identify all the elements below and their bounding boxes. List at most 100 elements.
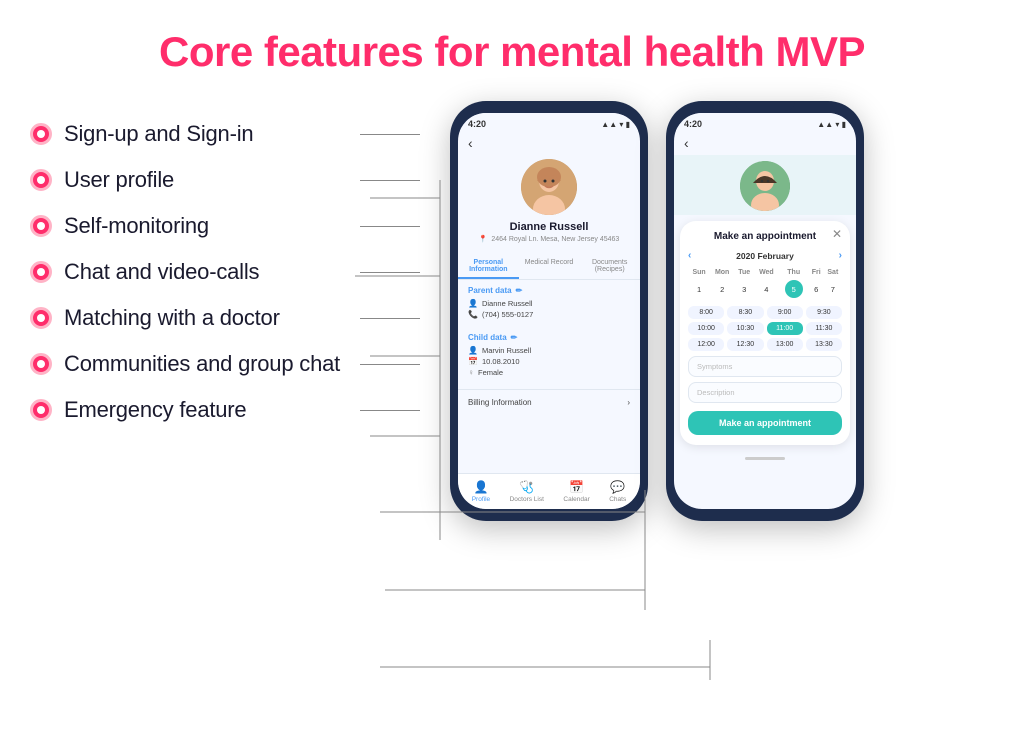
phone-screen-2: 4:20 ▲▲ ▾ ▮ ‹ (674, 113, 856, 509)
feature-dot-signup (30, 123, 52, 145)
calendar-icon-small: 📅 (468, 357, 478, 366)
feature-emergency: Emergency feature (30, 387, 420, 433)
cal-header: Sun Mon Tue Wed Thu Fri Sat (688, 267, 842, 278)
gender-icon: ♀ (468, 368, 474, 377)
billing-row[interactable]: Billing Information › (458, 389, 640, 415)
cal-day-2[interactable]: 2 (710, 278, 734, 300)
feature-dot-chat (30, 261, 52, 283)
cal-body: 1 2 3 4 5 6 7 (688, 278, 842, 300)
feature-dot-monitoring (30, 215, 52, 237)
feature-label-signup: Sign-up and Sign-in (64, 121, 253, 147)
time-1200[interactable]: 12:00 (688, 338, 724, 351)
time-1130[interactable]: 11:30 (806, 322, 842, 335)
main-layout: Sign-up and Sign-in User profile Self-mo… (0, 86, 1024, 521)
feature-label-matching: Matching with a doctor (64, 305, 280, 331)
feature-profile: User profile (30, 157, 420, 203)
tab-personal[interactable]: Personal Information (458, 255, 519, 279)
features-list: Sign-up and Sign-in User profile Self-mo… (30, 96, 420, 433)
description-input[interactable]: Description (688, 382, 842, 403)
back-button-2[interactable]: ‹ (674, 131, 856, 155)
chats-nav-icon: 💬 (610, 480, 625, 494)
feature-dot-emergency (30, 399, 52, 421)
time-900[interactable]: 9:00 (767, 306, 803, 319)
time-1330[interactable]: 13:30 (806, 338, 842, 351)
user-address: 📍 2464 Royal Ln. Mesa, New Jersey 45463 (479, 235, 620, 243)
next-month-button[interactable]: › (839, 250, 842, 261)
feature-label-monitoring: Self-monitoring (64, 213, 209, 239)
time-grid: 8:00 8:30 9:00 9:30 10:00 10:30 11:00 11… (688, 306, 842, 351)
nav-calendar[interactable]: 📅 Calendar (563, 480, 589, 503)
child-gender-row: ♀ Female (468, 368, 630, 377)
child-user-icon: 👤 (468, 346, 478, 355)
bottom-nav: 👤 Profile 🩺 Doctors List 📅 Calendar (458, 473, 640, 509)
doctor-top-area (674, 155, 856, 215)
time-830[interactable]: 8:30 (727, 306, 763, 319)
tab-documents[interactable]: Documents (Recipes) (579, 255, 640, 279)
child-data-title: Child data ✏ (468, 333, 630, 342)
cal-day-6[interactable]: 6 (809, 278, 824, 300)
symptoms-input[interactable]: Symptoms (688, 356, 842, 377)
tab-medical[interactable]: Medical Record (519, 255, 580, 279)
feature-label-profile: User profile (64, 167, 174, 193)
feature-signup: Sign-up and Sign-in (30, 111, 420, 157)
avatar-svg-1 (521, 159, 577, 215)
cal-thu: Thu (779, 267, 809, 278)
make-appointment-button[interactable]: Make an appointment (688, 411, 842, 435)
time-1030[interactable]: 10:30 (727, 322, 763, 335)
phone1-status-icons: ▲▲ ▾ ▮ (601, 120, 630, 129)
modal-close-button[interactable]: ✕ (832, 227, 842, 241)
time-1100[interactable]: 11:00 (767, 322, 803, 335)
home-indicator-2 (674, 451, 856, 465)
parent-name-row: 👤 Dianne Russell (468, 299, 630, 308)
doctor-avatar (740, 161, 790, 211)
edit-child-icon[interactable]: ✏ (511, 333, 518, 342)
phone-notch-1 (519, 101, 579, 111)
doctor-avatar-svg (740, 161, 790, 211)
user-name: Dianne Russell (510, 221, 589, 233)
prev-month-button[interactable]: ‹ (688, 250, 691, 261)
status-bar-2: 4:20 ▲▲ ▾ ▮ (674, 113, 856, 131)
cal-day-5[interactable]: 5 (779, 278, 809, 300)
calendar-grid: Sun Mon Tue Wed Thu Fri Sat (688, 267, 842, 300)
phone-profile: 4:20 ▲▲ ▾ ▮ ‹ (450, 101, 648, 521)
time-800[interactable]: 8:00 (688, 306, 724, 319)
child-data-section: Child data ✏ 👤 Marvin Russell 📅 10.08.20… (458, 327, 640, 385)
feature-matching: Matching with a doctor (30, 295, 420, 341)
home-bar-2 (745, 457, 785, 460)
time-1000[interactable]: 10:00 (688, 322, 724, 335)
phone-screen-1: 4:20 ▲▲ ▾ ▮ ‹ (458, 113, 640, 509)
cal-fri: Fri (809, 267, 824, 278)
time-1300[interactable]: 13:00 (767, 338, 803, 351)
phone1-time: 4:20 (468, 119, 486, 129)
feature-label-chat: Chat and video-calls (64, 259, 259, 285)
nav-profile[interactable]: 👤 Profile (472, 480, 490, 503)
feature-label-emergency: Emergency feature (64, 397, 246, 423)
cal-tue: Tue (734, 267, 754, 278)
modal-title: Make an appointment (688, 231, 842, 242)
cal-sun: Sun (688, 267, 710, 278)
back-button-1[interactable]: ‹ (458, 131, 640, 155)
phone-appointment: 4:20 ▲▲ ▾ ▮ ‹ (666, 101, 864, 521)
location-icon: 📍 (479, 236, 488, 243)
edit-parent-icon[interactable]: ✏ (516, 286, 523, 295)
cal-wed: Wed (754, 267, 779, 278)
phone2-time: 4:20 (684, 119, 702, 129)
page-wrapper: Core features for mental health MVP Sign… (0, 0, 1024, 521)
child-dob-row: 📅 10.08.2010 (468, 357, 630, 366)
parent-data-title: Parent data ✏ (468, 286, 630, 295)
feature-monitoring: Self-monitoring (30, 203, 420, 249)
current-month: 2020 February (736, 251, 794, 261)
time-1230[interactable]: 12:30 (727, 338, 763, 351)
feature-label-communities: Communities and group chat (64, 351, 340, 377)
profile-section: Dianne Russell 📍 2464 Royal Ln. Mesa, Ne… (458, 155, 640, 249)
child-name-row: 👤 Marvin Russell (468, 346, 630, 355)
cal-day-1[interactable]: 1 (688, 278, 710, 300)
nav-chats[interactable]: 💬 Chats (609, 480, 626, 503)
cal-day-4[interactable]: 4 (754, 278, 779, 300)
appointment-modal: ✕ Make an appointment ‹ 2020 February › (680, 221, 850, 445)
cal-day-7[interactable]: 7 (824, 278, 842, 300)
cal-day-3[interactable]: 3 (734, 278, 754, 300)
time-930[interactable]: 9:30 (806, 306, 842, 319)
nav-doctors[interactable]: 🩺 Doctors List (510, 480, 544, 503)
phone-icon: 📞 (468, 310, 478, 319)
